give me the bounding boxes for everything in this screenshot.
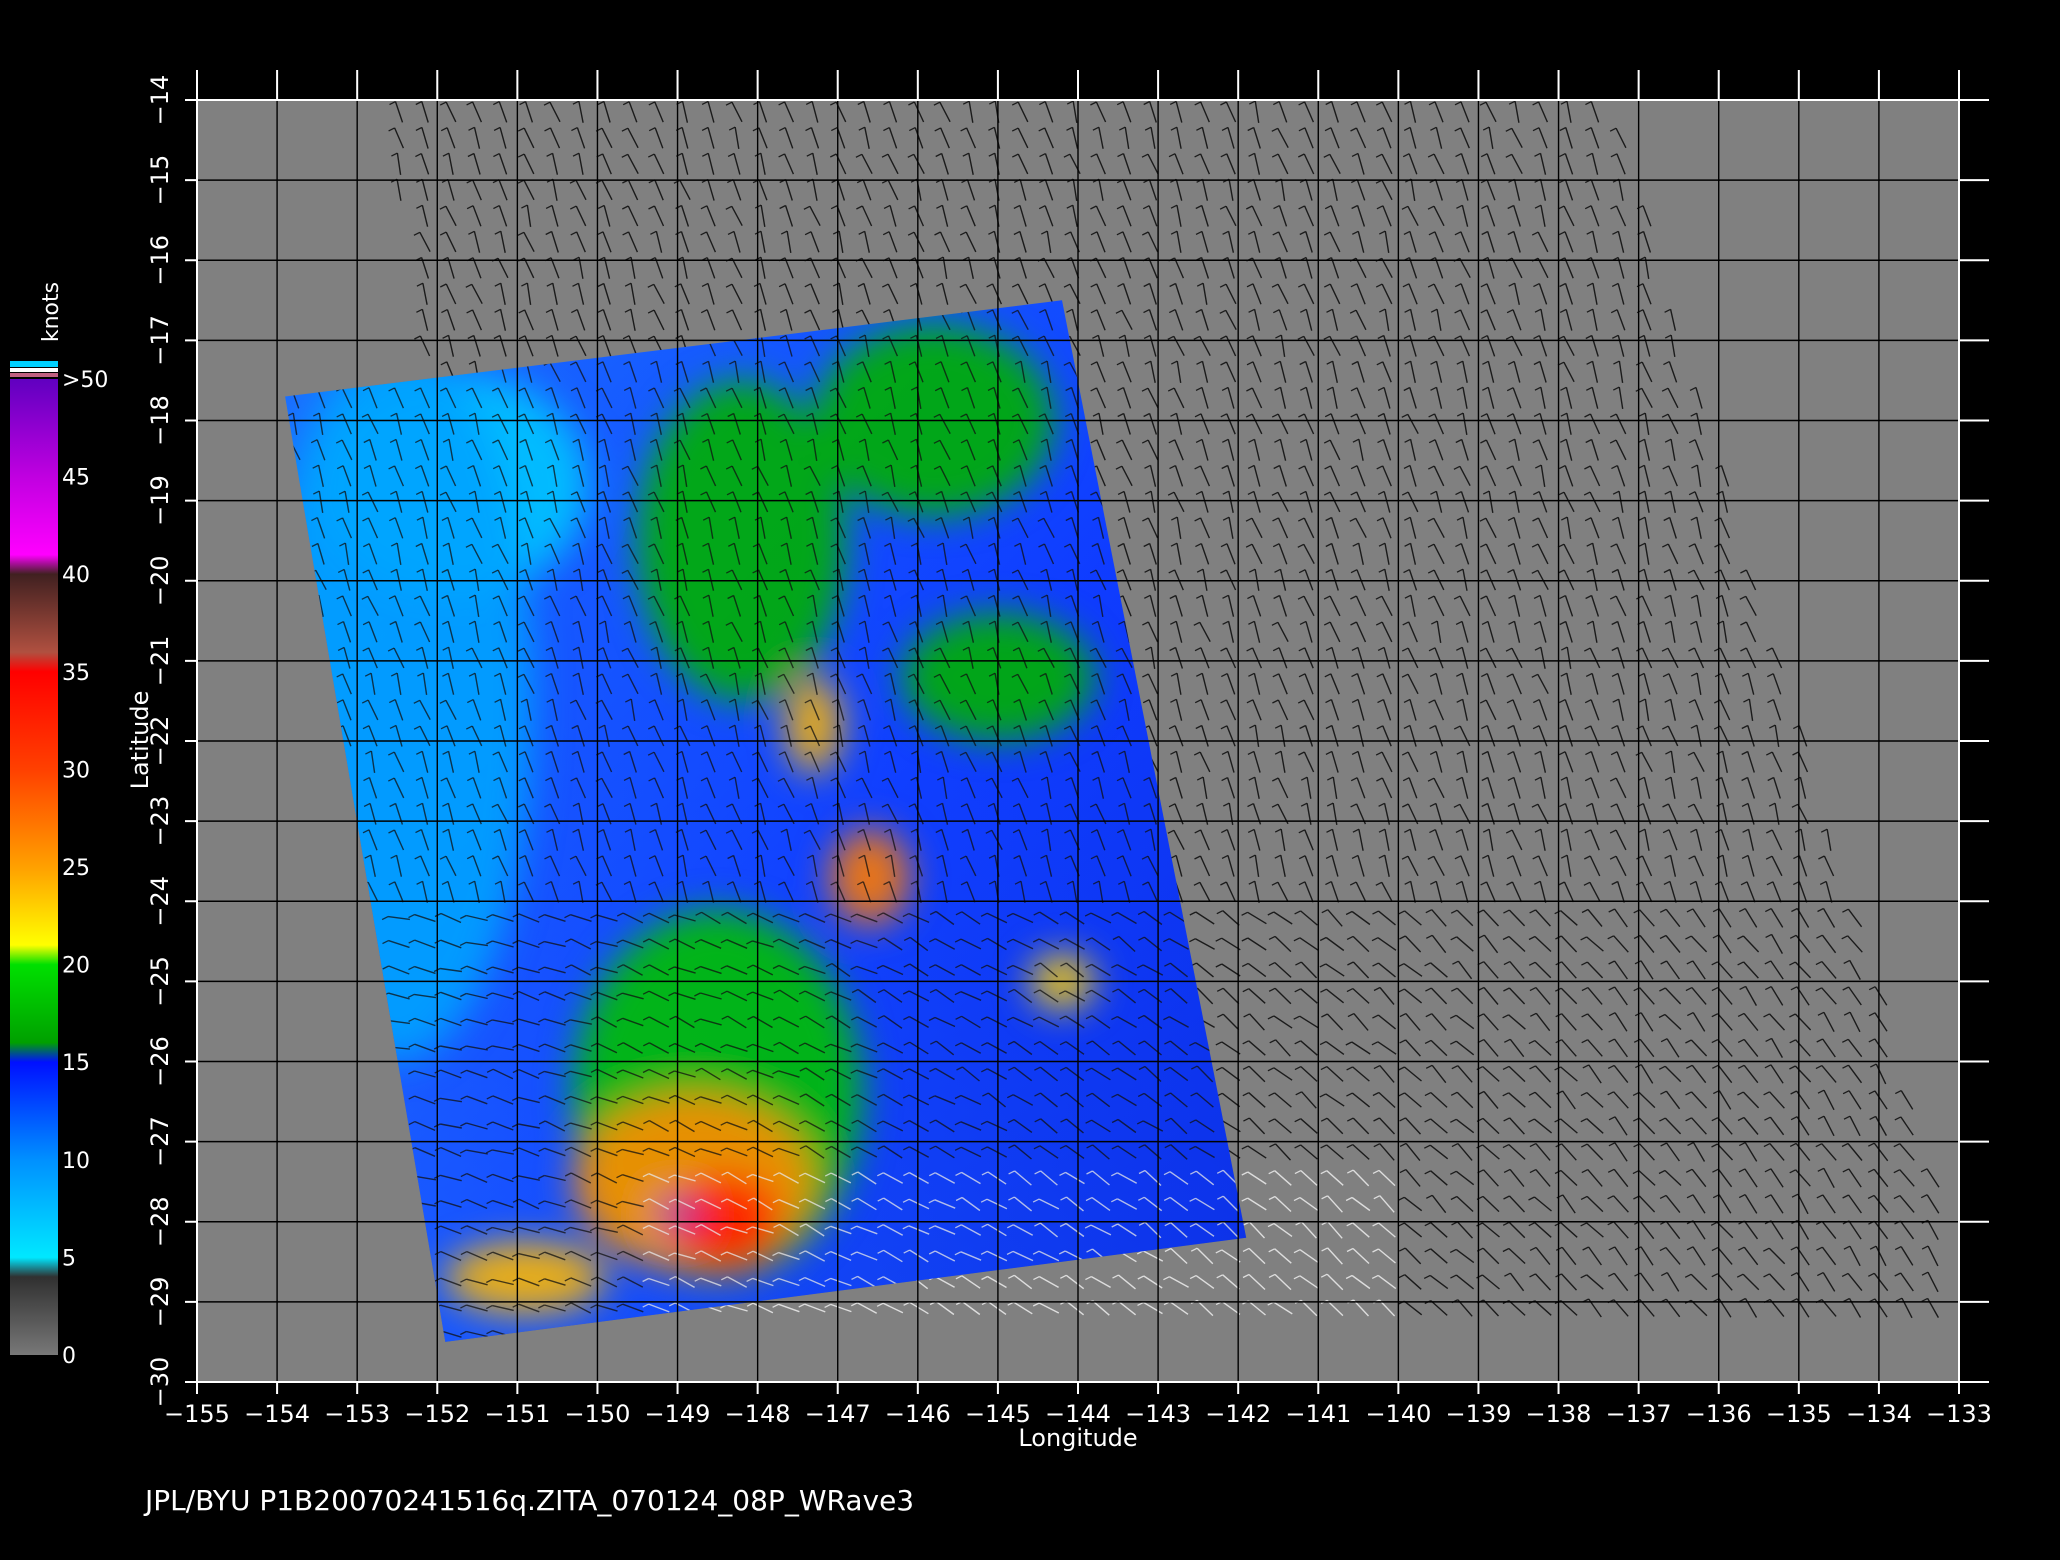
scatterometer-wind-map: −155 −154 −153 −152 −151 −150 −149 −148 −147 −146… [0,0,2060,1560]
plot-area [197,100,1959,1382]
